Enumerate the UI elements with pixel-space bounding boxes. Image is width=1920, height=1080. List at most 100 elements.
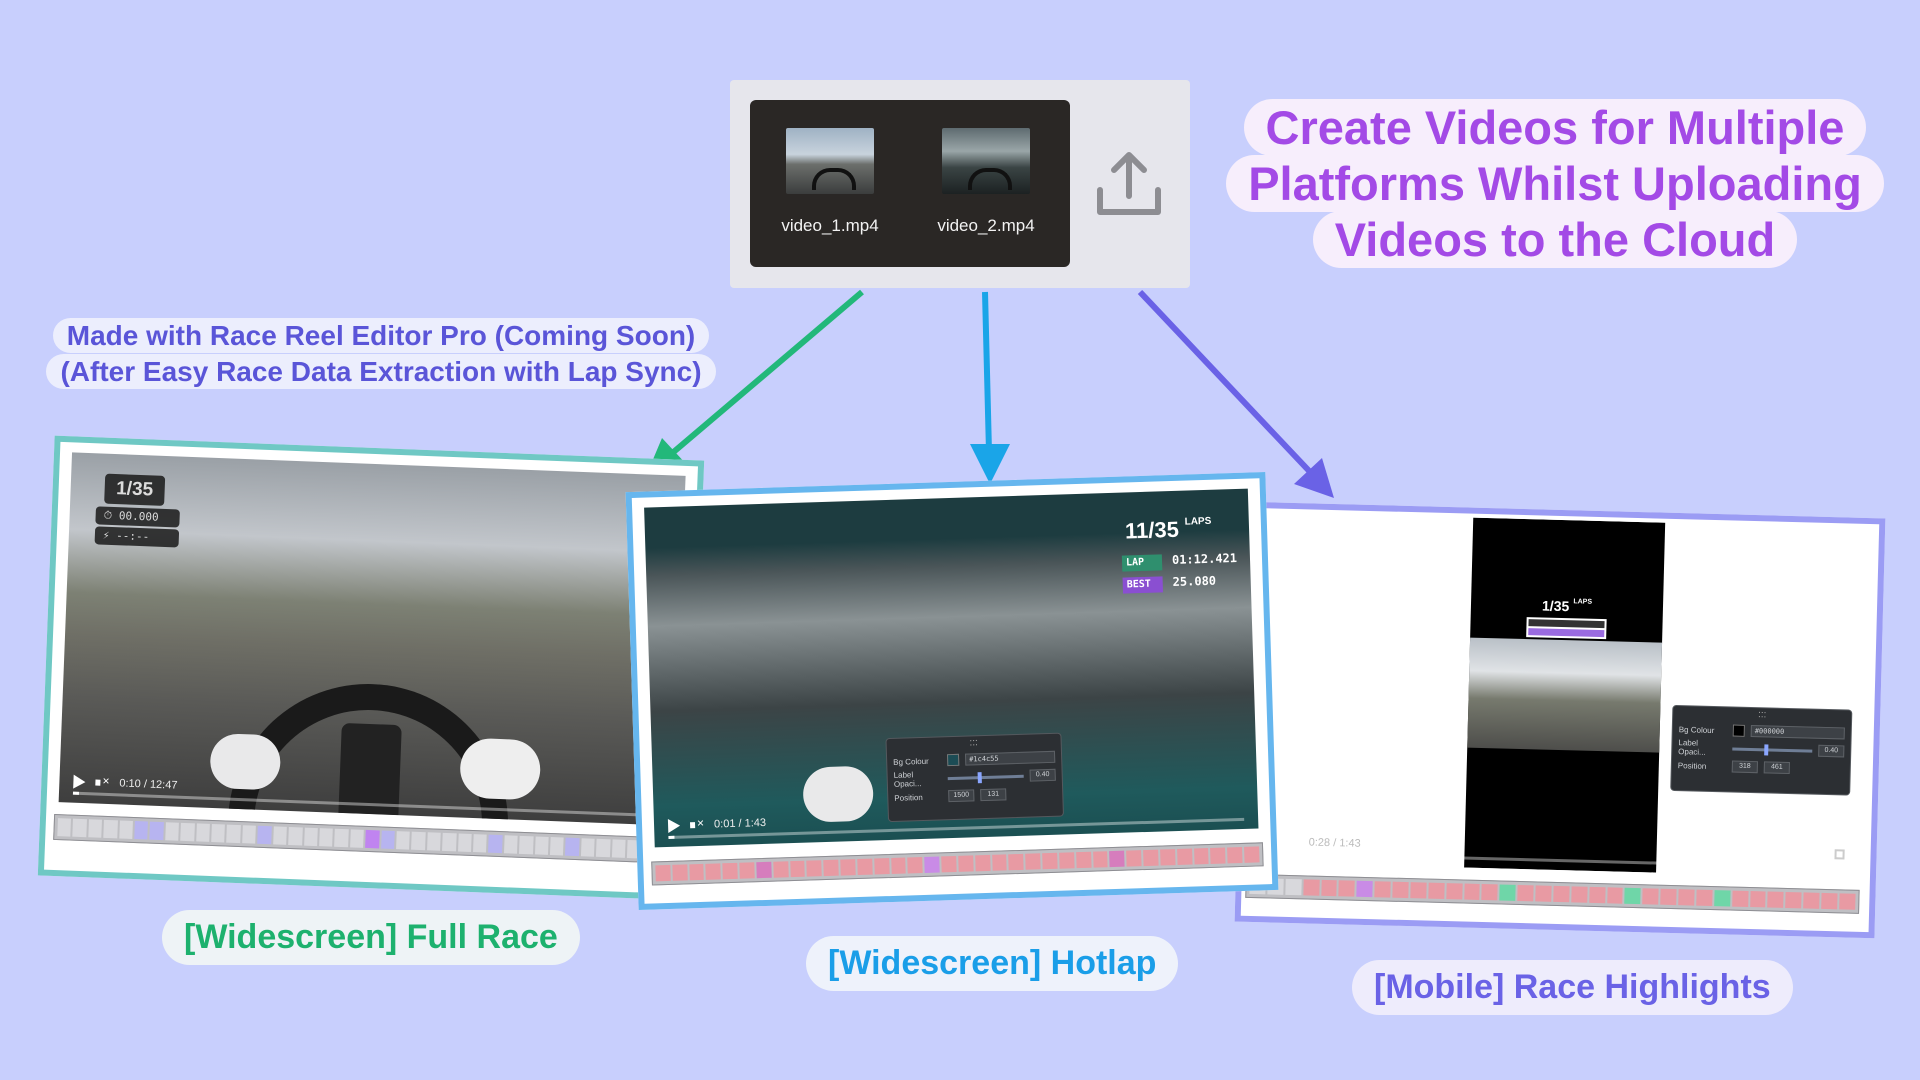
opacity-slider[interactable] bbox=[1732, 747, 1813, 753]
timeline-segment[interactable] bbox=[890, 857, 907, 874]
timeline-segment[interactable] bbox=[1553, 885, 1570, 903]
mute-icon[interactable] bbox=[1285, 836, 1299, 848]
mute-icon[interactable] bbox=[95, 777, 109, 790]
timeline-segment[interactable] bbox=[1839, 893, 1856, 910]
timeline-segment[interactable] bbox=[519, 835, 534, 855]
timeline-segment[interactable] bbox=[1193, 848, 1209, 865]
timeline-segment[interactable] bbox=[1302, 879, 1320, 896]
timeline-segment[interactable] bbox=[1660, 888, 1677, 906]
timeline-segment[interactable] bbox=[1320, 879, 1338, 897]
timeline-segment[interactable] bbox=[1713, 890, 1731, 907]
timeline-segment[interactable] bbox=[1499, 884, 1516, 901]
timeline-segment[interactable] bbox=[103, 819, 118, 839]
timeline-segment[interactable] bbox=[974, 854, 991, 872]
timeline-segment[interactable] bbox=[1445, 883, 1463, 900]
mute-icon[interactable] bbox=[690, 819, 704, 831]
timeline-segment[interactable] bbox=[211, 824, 226, 843]
timeline-segment[interactable] bbox=[1517, 884, 1534, 902]
timeline-segment[interactable] bbox=[773, 861, 789, 878]
timeline-segment[interactable] bbox=[941, 855, 957, 873]
timeline-segment[interactable] bbox=[195, 823, 210, 842]
timeline-segment[interactable] bbox=[1244, 846, 1260, 863]
timeline-segment[interactable] bbox=[457, 833, 472, 852]
timeline-segment[interactable] bbox=[1008, 853, 1024, 871]
video-player[interactable]: 1/35 LAPS ::: Bg Colour #000000 Label Opac… bbox=[1248, 512, 1868, 878]
timeline-segment[interactable] bbox=[411, 831, 426, 851]
timeline-segment[interactable] bbox=[1176, 848, 1193, 866]
timeline-segment[interactable] bbox=[1428, 882, 1445, 900]
timeline-segment[interactable] bbox=[549, 837, 565, 856]
timeline-segment[interactable] bbox=[334, 828, 349, 848]
fullscreen-icon[interactable] bbox=[1834, 849, 1845, 860]
timeline-segment[interactable] bbox=[134, 821, 149, 840]
timeline-segment[interactable] bbox=[1785, 891, 1802, 909]
timeline-segment[interactable] bbox=[611, 839, 626, 858]
timeline-segment[interactable] bbox=[1731, 890, 1749, 907]
timeline-segment[interactable] bbox=[840, 859, 856, 876]
timeline-segment[interactable] bbox=[1042, 852, 1058, 870]
timeline-segment[interactable] bbox=[958, 855, 974, 872]
timeline-segment[interactable] bbox=[655, 864, 671, 882]
timeline-segment[interactable] bbox=[1285, 878, 1302, 896]
upload-icon[interactable] bbox=[1094, 148, 1164, 220]
timeline-segment[interactable] bbox=[1678, 889, 1695, 906]
position-y-input[interactable]: 131 bbox=[980, 788, 1007, 802]
timeline-segment[interactable] bbox=[1588, 886, 1606, 904]
timeline-segment[interactable] bbox=[580, 838, 595, 857]
timeline-segment[interactable] bbox=[349, 829, 364, 848]
timeline-segment[interactable] bbox=[57, 818, 72, 837]
timeline-segment[interactable] bbox=[1410, 882, 1427, 899]
file-item-video-1[interactable]: video_1.mp4 bbox=[760, 128, 900, 236]
timeline-segment[interactable] bbox=[1059, 852, 1075, 869]
position-x-input[interactable]: 1500 bbox=[948, 789, 975, 803]
timeline-segment[interactable] bbox=[1338, 880, 1355, 897]
timeline[interactable] bbox=[651, 842, 1264, 886]
bg-colour-input[interactable]: #1c4c55 bbox=[964, 750, 1056, 766]
timeline-segment[interactable] bbox=[1749, 891, 1766, 908]
video-player[interactable]: 1/35 ⏱ 00.000 ⚡ --:-- 0:10 / 12:47 bbox=[58, 452, 686, 826]
timeline-segment[interactable] bbox=[789, 860, 806, 878]
position-y-input[interactable]: 461 bbox=[1763, 761, 1790, 775]
file-item-video-2[interactable]: video_2.mp4 bbox=[916, 128, 1056, 236]
timeline-segment[interactable] bbox=[1159, 849, 1176, 866]
timeline-segment[interactable] bbox=[288, 826, 303, 846]
timeline-segment[interactable] bbox=[242, 825, 257, 844]
timeline-segment[interactable] bbox=[1481, 884, 1498, 901]
timeline-segment[interactable] bbox=[1210, 847, 1226, 864]
timeline-segment[interactable] bbox=[705, 863, 722, 880]
timeline-segment[interactable] bbox=[442, 832, 457, 852]
timeline-segment[interactable] bbox=[991, 854, 1008, 871]
timeline-segment[interactable] bbox=[1821, 892, 1838, 910]
timeline-segment[interactable] bbox=[272, 826, 287, 845]
timeline-segment[interactable] bbox=[257, 825, 272, 845]
timeline-segment[interactable] bbox=[565, 837, 580, 857]
timeline-segment[interactable] bbox=[873, 858, 890, 875]
position-x-input[interactable]: 318 bbox=[1731, 760, 1758, 774]
timeline-segment[interactable] bbox=[88, 819, 103, 838]
timeline-segment[interactable] bbox=[118, 820, 133, 839]
colour-swatch[interactable] bbox=[946, 753, 960, 767]
timeline-segment[interactable] bbox=[722, 862, 738, 880]
play-icon[interactable] bbox=[667, 818, 681, 833]
timeline-segment[interactable] bbox=[226, 824, 241, 844]
timeline-segment[interactable] bbox=[1696, 889, 1713, 907]
timeline-segment[interactable] bbox=[1570, 886, 1588, 903]
bg-colour-input[interactable]: #000000 bbox=[1750, 724, 1845, 740]
timeline-segment[interactable] bbox=[1356, 880, 1373, 898]
opacity-input[interactable]: 0.40 bbox=[1818, 744, 1845, 758]
timeline-segment[interactable] bbox=[1143, 849, 1159, 867]
timeline-segment[interactable] bbox=[365, 829, 380, 849]
timeline[interactable] bbox=[1245, 873, 1860, 914]
timeline-segment[interactable] bbox=[688, 863, 705, 881]
timeline-segment[interactable] bbox=[1642, 888, 1659, 905]
timeline-segment[interactable] bbox=[1803, 892, 1820, 909]
timeline-segment[interactable] bbox=[426, 832, 441, 851]
timeline-segment[interactable] bbox=[596, 838, 611, 858]
timeline-segment[interactable] bbox=[672, 864, 688, 881]
timeline-segment[interactable] bbox=[1092, 851, 1108, 868]
opacity-input[interactable]: 0.40 bbox=[1029, 768, 1056, 782]
timeline-segment[interactable] bbox=[1624, 887, 1641, 905]
timeline-segment[interactable] bbox=[1025, 853, 1041, 870]
colour-swatch[interactable] bbox=[1732, 724, 1745, 737]
timeline-segment[interactable] bbox=[396, 831, 411, 850]
